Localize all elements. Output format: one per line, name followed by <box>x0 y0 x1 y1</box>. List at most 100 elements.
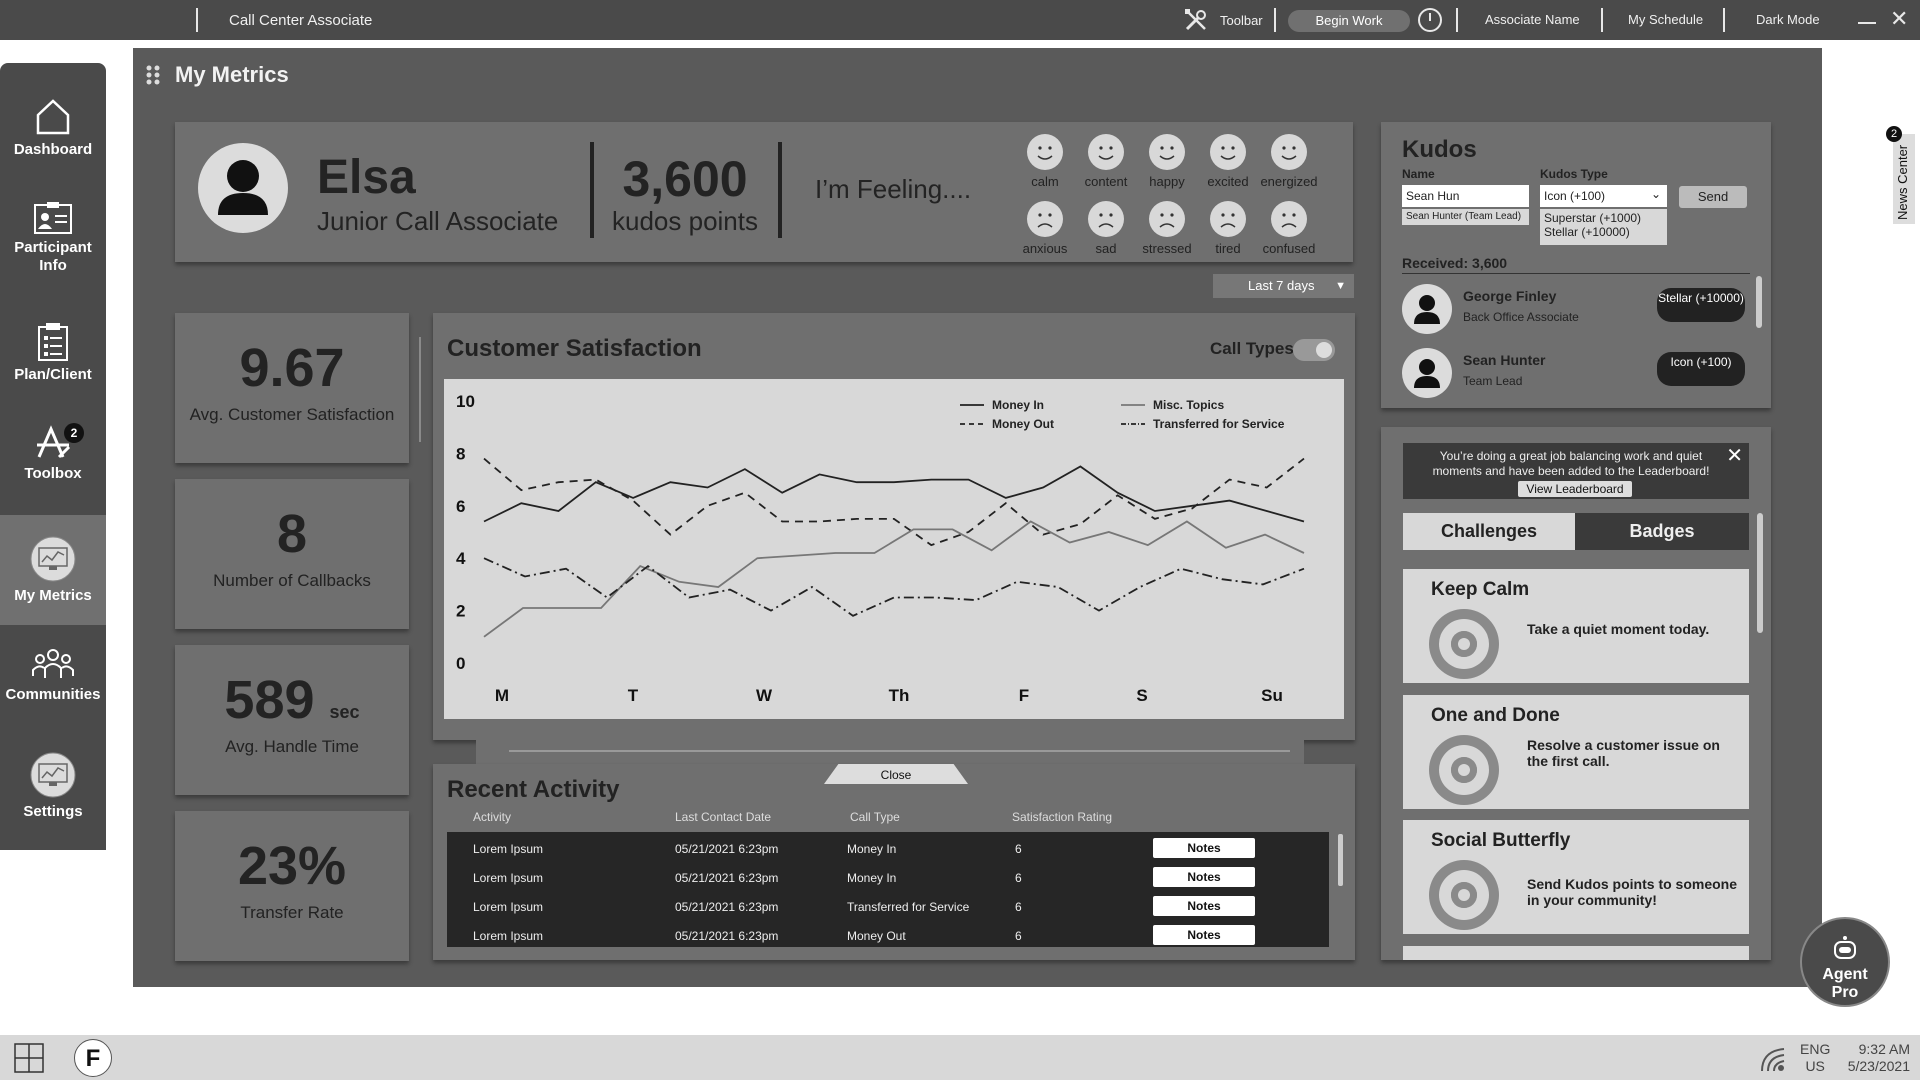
date-range-select[interactable]: Last 7 days ▼ <box>1213 274 1354 298</box>
name-input[interactable] <box>1402 185 1529 207</box>
dropdown-arrow-icon: ▼ <box>1335 280 1346 292</box>
kudos-title: Kudos <box>1402 136 1477 163</box>
x-tick-label: F <box>1019 686 1029 705</box>
challenge-card[interactable]: Social Butterfly Send Kudos points to so… <box>1403 820 1749 934</box>
kudos-points-value: 3,600 <box>622 151 748 207</box>
name-suggestion[interactable]: Sean Hunter (Team Lead) <box>1402 209 1529 225</box>
mood-label: sad <box>1095 241 1117 256</box>
cell-rating: 6 <box>1015 842 1022 856</box>
divider <box>778 142 782 238</box>
close-icon[interactable]: ✕ <box>1726 443 1743 468</box>
sad-face-icon <box>1088 201 1124 237</box>
sidebar-item-dashboard[interactable]: Dashboard <box>0 97 106 158</box>
sidebar-item-participant-info[interactable]: Participant Info <box>0 201 106 275</box>
content-face-icon <box>1088 134 1124 170</box>
cell-date: 05/21/2021 6:23pm <box>675 929 779 943</box>
mood-option-anxious[interactable]: anxious <box>1015 201 1075 256</box>
kudos-option[interactable]: Stellar (+10000) <box>1544 225 1663 239</box>
mood-option-content[interactable]: content <box>1076 134 1136 189</box>
drawer-line <box>509 750 1290 752</box>
agent-pro-label: Agent Pro <box>1822 966 1868 1001</box>
news-center-label: News Center <box>1895 144 1910 220</box>
y-tick-label: 0 <box>456 654 465 673</box>
scrollbar[interactable] <box>1757 513 1763 633</box>
sender-role: Back Office Associate <box>1463 310 1579 324</box>
tab-badges[interactable]: Badges <box>1575 513 1749 550</box>
challenge-card[interactable] <box>1403 946 1749 960</box>
kudos-badge: Icon (+100) <box>1657 352 1745 386</box>
received-item: George Finley Back Office Associate Stel… <box>1402 280 1750 336</box>
view-leaderboard-button[interactable]: View Leaderboard <box>1518 481 1632 497</box>
kudos-option[interactable]: Superstar (+1000) <box>1544 211 1663 225</box>
robot-icon <box>1834 936 1856 959</box>
close-window-icon[interactable]: ✕ <box>1890 6 1908 32</box>
notes-button[interactable]: Notes <box>1153 896 1255 916</box>
mood-label: content <box>1084 174 1128 189</box>
agent-pro-button[interactable]: Agent Pro <box>1800 917 1890 1007</box>
notes-button[interactable]: Notes <box>1153 925 1255 945</box>
id-card-icon <box>34 202 72 234</box>
close-drawer-tab[interactable]: Close <box>824 764 968 784</box>
start-grid-icon[interactable] <box>14 1043 44 1073</box>
chart-card: Customer Satisfaction Call Types 0 2 4 6 8 10… <box>433 313 1355 740</box>
mood-option-stressed[interactable]: stressed <box>1137 201 1197 256</box>
sidebar-item-plan-client[interactable]: Plan/Client <box>0 322 106 383</box>
app-f-icon[interactable]: F <box>74 1039 112 1077</box>
mood-label: anxious <box>1022 241 1068 256</box>
call-types-toggle[interactable] <box>1293 339 1335 361</box>
kudos-type-value: Icon (+100) <box>1544 189 1606 203</box>
cell-date: 05/21/2021 6:23pm <box>675 871 779 885</box>
notes-button[interactable]: Notes <box>1153 867 1255 887</box>
sidebar-item-settings[interactable]: Settings <box>0 751 106 820</box>
metric-card-handle-time: 589 sec Avg. Handle Time <box>175 645 409 795</box>
news-center-tab[interactable]: News Center <box>1893 134 1915 224</box>
scrollbar[interactable] <box>1756 276 1762 328</box>
drag-handle-icon[interactable] <box>145 64 161 86</box>
tab-challenges[interactable]: Challenges <box>1403 513 1575 550</box>
minimize-icon[interactable] <box>1858 22 1876 24</box>
mood-option-confused[interactable]: confused <box>1259 201 1319 256</box>
wifi-icon[interactable] <box>1760 1047 1788 1073</box>
sidebar-item-my-metrics[interactable]: My Metrics <box>0 515 106 625</box>
metric-label: Avg. Handle Time <box>225 737 359 756</box>
kudos-type-select[interactable]: Icon (+100) ⌄ <box>1540 185 1667 207</box>
toolbox-badge: 2 <box>64 423 84 443</box>
my-schedule-link[interactable]: My Schedule <box>1628 12 1703 27</box>
associate-name[interactable]: Associate Name <box>1485 12 1580 27</box>
kudos-type-options: Superstar (+1000) Stellar (+10000) <box>1540 209 1667 245</box>
cell-activity: Lorem Ipsum <box>473 900 544 914</box>
user-icon <box>1414 295 1440 324</box>
system-clock[interactable]: 9:32 AM 5/23/2021 <box>1836 1041 1910 1075</box>
mood-option-calm[interactable]: calm <box>1015 134 1075 189</box>
mood-option-tired[interactable]: tired <box>1198 201 1258 256</box>
challenge-card[interactable]: Keep Calm Take a quiet moment today. <box>1403 569 1749 683</box>
cell-rating: 6 <box>1015 929 1022 943</box>
sidebar-item-communities[interactable]: Communities <box>0 646 106 703</box>
mood-option-energized[interactable]: energized <box>1259 134 1319 189</box>
legend-label: Money Out <box>992 417 1054 431</box>
sidebar-item-label: Settings <box>23 803 83 820</box>
challenge-title: Social Butterfly <box>1431 830 1571 851</box>
toolbar-button[interactable]: Toolbar <box>1182 6 1264 34</box>
challenge-card[interactable]: One and Done Resolve a customer issue on… <box>1403 695 1749 809</box>
mood-option-sad[interactable]: sad <box>1076 201 1136 256</box>
call-types-label: Call Types <box>1210 339 1294 358</box>
dark-mode-toggle[interactable]: Dark Mode <box>1756 12 1820 27</box>
clock-icon[interactable] <box>1418 8 1442 32</box>
begin-work-button[interactable]: Begin Work <box>1288 10 1410 32</box>
communities-icon <box>32 649 74 678</box>
notes-button[interactable]: Notes <box>1153 838 1255 858</box>
cell-date: 05/21/2021 6:23pm <box>675 900 779 914</box>
sidebar-item-label: Plan/Client <box>14 366 92 383</box>
activity-table-body: Lorem Ipsum 05/21/2021 6:23pm Money In 6 Not… <box>447 832 1329 947</box>
sidebar-item-toolbox[interactable]: 2 Toolbox <box>0 423 106 482</box>
send-button[interactable]: Send <box>1679 186 1747 208</box>
language-indicator[interactable]: ENG US <box>1800 1041 1830 1075</box>
divider <box>1402 273 1750 274</box>
scrollbar[interactable] <box>1338 834 1343 886</box>
mood-option-happy[interactable]: happy <box>1137 134 1197 189</box>
tired-face-icon <box>1210 201 1246 237</box>
received-label: Received: 3,600 <box>1402 255 1508 271</box>
mood-option-excited[interactable]: excited <box>1198 134 1258 189</box>
y-tick-label: 10 <box>456 392 475 411</box>
